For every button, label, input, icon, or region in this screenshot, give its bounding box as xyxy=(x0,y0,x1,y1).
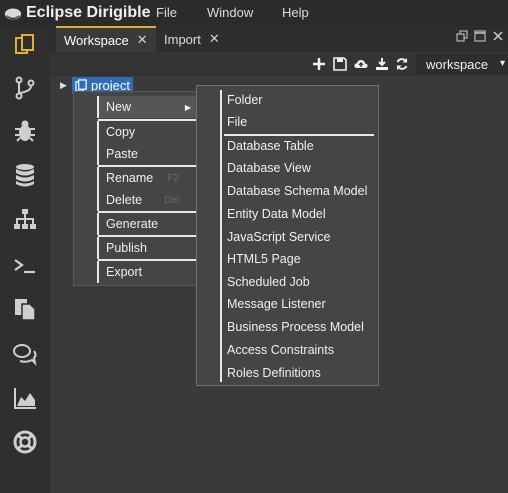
submenu-item-business-process-model[interactable]: Business Process Model xyxy=(227,317,364,337)
context-menu-gutter xyxy=(74,92,96,285)
debug-bug-icon[interactable] xyxy=(10,116,40,146)
menu-item-label: Copy xyxy=(106,125,136,139)
app-title: Eclipse Dirigible xyxy=(26,4,151,21)
submenu-bar xyxy=(220,90,222,382)
submenu-item-database-table[interactable]: Database Table xyxy=(227,136,314,156)
upload-cloud-icon[interactable] xyxy=(352,55,370,73)
shortcut-label: F2 xyxy=(167,172,179,184)
menu-item-label: Paste xyxy=(106,147,138,161)
submenu-item-html5-page[interactable]: HTML5 Page xyxy=(227,249,301,269)
menu-item-publish[interactable]: Publish xyxy=(97,237,197,259)
documents-icon[interactable] xyxy=(10,294,40,324)
maximize-icon[interactable] xyxy=(474,30,486,42)
menu-item-label: Delete xyxy=(106,193,143,207)
download-icon[interactable] xyxy=(373,55,391,73)
submenu-item-access-constraints[interactable]: Access Constraints xyxy=(227,340,334,360)
submenu-item-file[interactable]: File xyxy=(227,112,247,132)
menu-item-label: Publish xyxy=(106,241,147,255)
shortcut-label: Del xyxy=(163,194,179,206)
close-icon[interactable] xyxy=(492,30,504,42)
tab-workspace[interactable]: Workspace ✕ xyxy=(56,26,156,52)
menu-item-delete[interactable]: Delete Del xyxy=(97,189,197,211)
terminal-icon[interactable] xyxy=(10,251,40,281)
tab-label: Import xyxy=(164,31,201,47)
menu-item-label: Export xyxy=(106,265,143,279)
close-icon[interactable]: ✕ xyxy=(209,31,220,47)
menu-item-generate[interactable]: Generate xyxy=(97,213,197,235)
chevron-down-icon: ▾ xyxy=(499,58,505,69)
close-icon[interactable]: ✕ xyxy=(137,32,148,48)
top-menu-bar: Eclipse Dirigible File Window Help xyxy=(0,0,508,26)
tab-label: Workspace xyxy=(64,32,129,48)
submenu-item-scheduled-job[interactable]: Scheduled Job xyxy=(227,272,310,292)
workspace-toolbar: workspace ▾ xyxy=(50,52,508,76)
comments-icon[interactable] xyxy=(10,339,40,369)
menu-item-paste[interactable]: Paste xyxy=(97,143,197,165)
hierarchy-icon[interactable] xyxy=(10,204,40,234)
area-chart-icon[interactable] xyxy=(10,383,40,413)
menu-item-export[interactable]: Export xyxy=(97,261,197,283)
expand-toggle-icon[interactable]: ▶ xyxy=(60,80,72,91)
submenu-item-entity-data-model[interactable]: Entity Data Model xyxy=(227,204,326,224)
submenu-item-folder[interactable]: Folder xyxy=(227,90,262,110)
menu-file[interactable]: File xyxy=(156,5,177,20)
git-branch-icon[interactable] xyxy=(10,73,40,103)
submenu-item-javascript-service[interactable]: JavaScript Service xyxy=(227,227,331,247)
new-plus-icon[interactable] xyxy=(310,55,328,73)
menu-window[interactable]: Window xyxy=(207,5,253,20)
menu-item-rename[interactable]: Rename F2 xyxy=(97,167,197,189)
submenu-arrow-icon: ▶ xyxy=(184,102,191,112)
project-icon xyxy=(75,78,87,92)
menu-help[interactable]: Help xyxy=(282,5,309,20)
menu-item-label: Generate xyxy=(106,217,159,231)
menu-item-label: New xyxy=(106,100,132,114)
context-menu: New ▶ Copy Paste Rename F2 Delete Del Ge… xyxy=(73,91,200,286)
save-icon[interactable] xyxy=(331,55,349,73)
menu-item-label: Rename xyxy=(106,171,154,185)
tab-import[interactable]: Import ✕ xyxy=(156,26,228,52)
submenu-item-database-view[interactable]: Database View xyxy=(227,158,311,178)
submenu-item-database-schema-model[interactable]: Database Schema Model xyxy=(227,181,367,201)
database-icon[interactable] xyxy=(10,160,40,190)
brand: Eclipse Dirigible xyxy=(4,2,150,24)
refresh-icon[interactable] xyxy=(393,55,411,73)
restore-icon[interactable] xyxy=(456,30,468,42)
workspace-icon[interactable] xyxy=(10,30,40,60)
dirigible-logo-icon xyxy=(4,8,22,20)
perspective-sidebar xyxy=(0,26,50,493)
new-submenu: Folder File Database Table Database View… xyxy=(196,85,379,386)
lifebuoy-icon[interactable] xyxy=(10,427,40,457)
menu-item-new[interactable]: New ▶ xyxy=(97,96,197,118)
submenu-item-roles-definitions[interactable]: Roles Definitions xyxy=(227,363,321,383)
workspace-select-value: workspace xyxy=(426,56,489,72)
workspace-select[interactable]: workspace ▾ xyxy=(416,54,508,74)
menu-item-copy[interactable]: Copy xyxy=(97,121,197,143)
submenu-item-message-listener[interactable]: Message Listener xyxy=(227,294,326,314)
tab-bar: Workspace ✕ Import ✕ xyxy=(50,26,508,52)
